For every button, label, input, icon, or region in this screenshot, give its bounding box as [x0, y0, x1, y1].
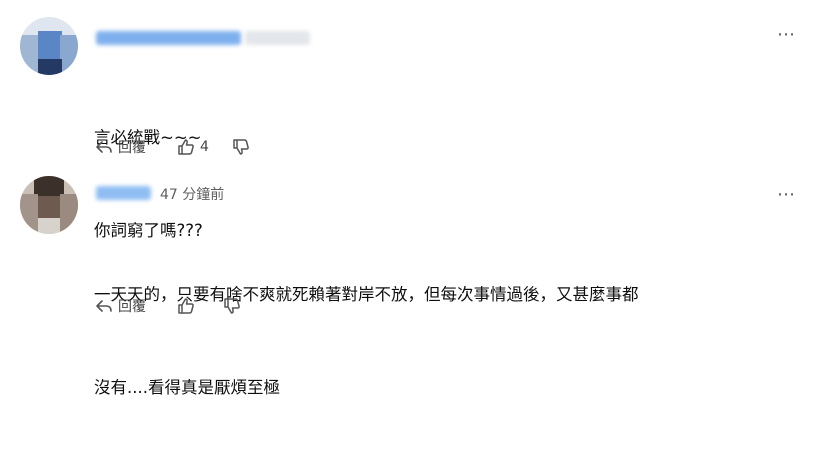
comment-2: 47 分鐘前 ⋯ 一天天的，只要有啥不爽就死賴著對岸不放，但每次事情過後，又甚麼… — [0, 170, 816, 397]
more-options-icon[interactable]: ⋯ — [777, 26, 796, 44]
reply-label: 回覆 — [118, 299, 146, 315]
reply-icon — [96, 141, 112, 153]
avatar[interactable] — [20, 17, 78, 75]
like-button[interactable] — [176, 296, 200, 316]
reply-label: 回覆 — [118, 140, 146, 156]
comment-actions: 回覆 — [94, 295, 242, 317]
reply-button[interactable]: 回覆 — [94, 296, 146, 316]
thumbs-up-icon — [178, 298, 194, 314]
dislike-button[interactable] — [231, 137, 251, 157]
timestamp: 47 分鐘前 — [160, 187, 225, 203]
username-blurred[interactable] — [96, 31, 241, 45]
avatar[interactable] — [20, 176, 78, 234]
dislike-button[interactable] — [222, 296, 242, 316]
more-options-icon[interactable]: ⋯ — [777, 186, 796, 204]
like-count: 4 — [200, 139, 209, 155]
thumbs-down-icon — [233, 139, 249, 155]
comment-actions: 回覆 4 — [94, 136, 251, 158]
thumbs-up-icon — [178, 139, 194, 155]
thumbs-down-icon — [224, 298, 240, 314]
comment-line: 沒有....看得真是厭煩至極 — [94, 378, 280, 397]
comment-1: ⋯ 言必統戰~~~ 你詞窮了嗎??? 回覆 4 — [0, 0, 816, 240]
reply-icon — [96, 300, 112, 312]
reply-button[interactable]: 回覆 — [94, 137, 146, 157]
username-blurred[interactable] — [96, 186, 151, 200]
username-blurred-tail — [245, 31, 310, 45]
comment-text: 一天天的，只要有啥不爽就死賴著對岸不放，但每次事情過後，又甚麼事都 沒有....… — [94, 217, 639, 465]
like-button[interactable]: 4 — [176, 137, 209, 157]
